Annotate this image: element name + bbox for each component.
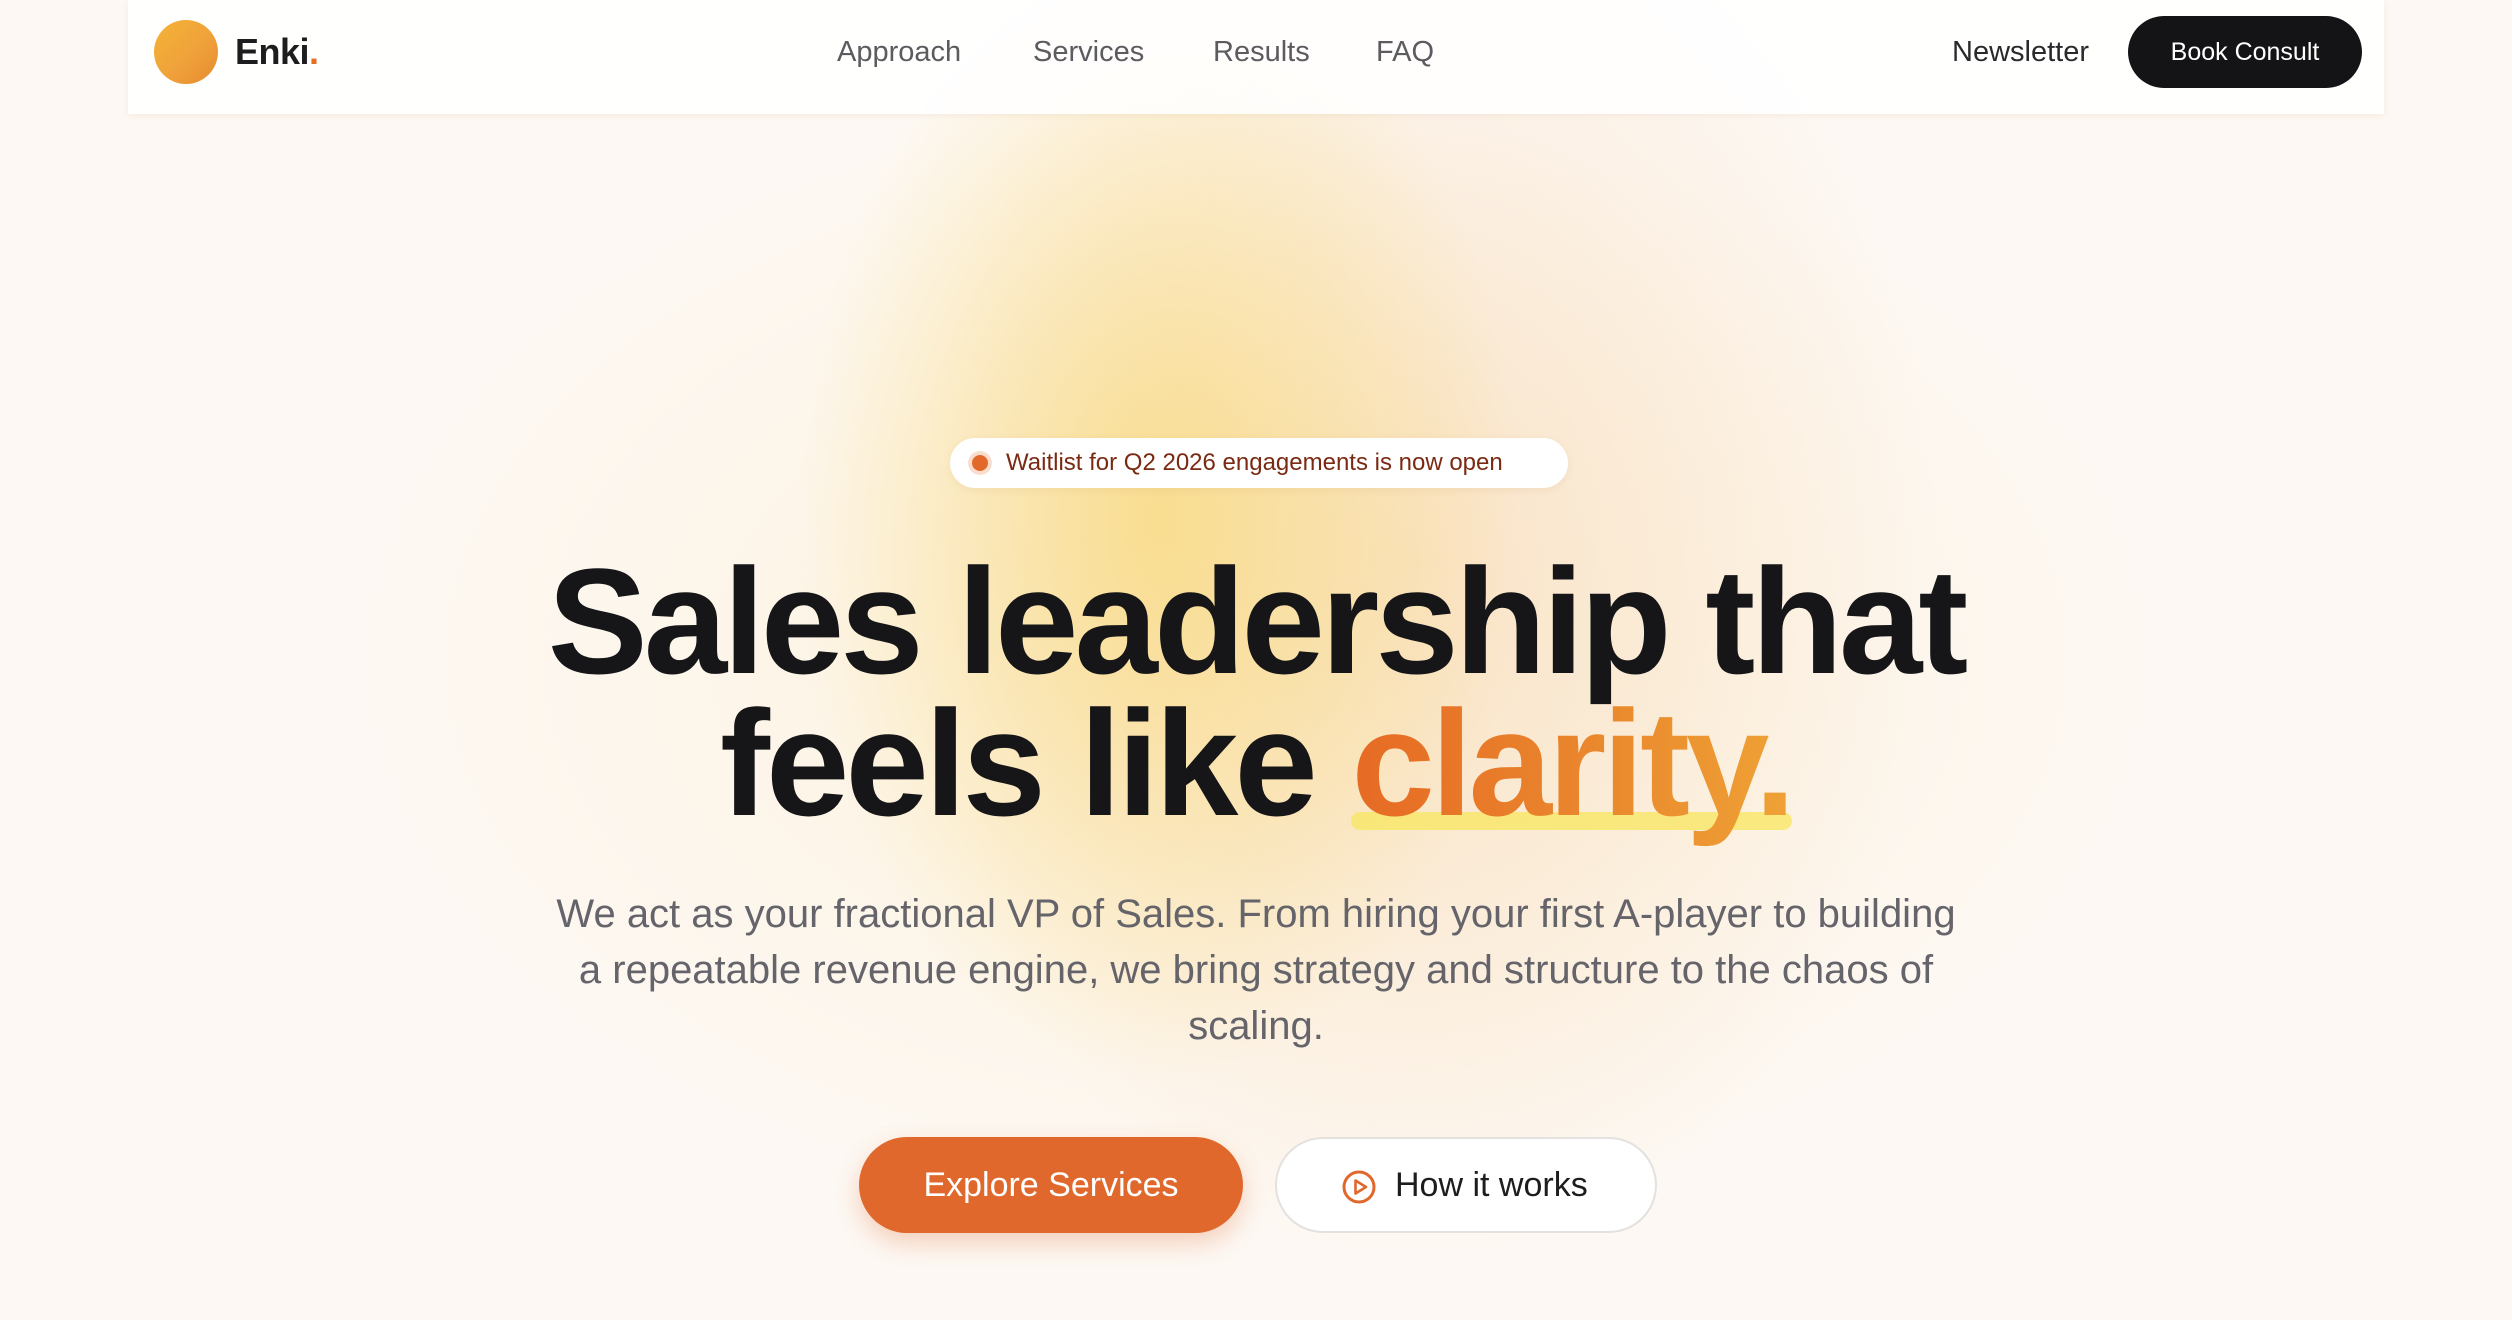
waitlist-badge-text: Waitlist for Q2 2026 engagements is now …	[1006, 449, 1503, 476]
headline-accent-word: clarity.	[1351, 679, 1795, 847]
explore-services-button[interactable]: Explore Services	[859, 1137, 1243, 1233]
nav-link-results[interactable]: Results	[1213, 28, 1310, 76]
brand-logo[interactable]: Enki.	[235, 28, 319, 76]
headline-line-2: feels like clarity.	[356, 688, 2156, 838]
brand-dot: .	[309, 31, 319, 72]
nav-link-services[interactable]: Services	[1033, 28, 1144, 76]
play-circle-icon	[1342, 1170, 1376, 1204]
hero-subheadline: We act as your fractional VP of Sales. F…	[556, 892, 1956, 1048]
nav-link-faq[interactable]: FAQ	[1376, 28, 1434, 76]
status-dot-icon	[972, 455, 988, 471]
headline-line-1: Sales leadership that	[547, 537, 1969, 705]
brand-name: Enki	[235, 31, 310, 72]
how-it-works-label: How it works	[1395, 1166, 1588, 1204]
headline-accent-wrap: clarity.	[1351, 688, 1796, 838]
hero-headline: Sales leadership that feels like clarity…	[356, 537, 2156, 838]
headline-line-2-prefix: feels like	[720, 679, 1352, 847]
waitlist-badge: Waitlist for Q2 2026 engagements is now …	[950, 438, 1568, 488]
newsletter-link[interactable]: Newsletter	[1952, 28, 2089, 76]
how-it-works-button[interactable]: How it works	[1275, 1137, 1657, 1233]
book-consult-button[interactable]: Book Consult	[2128, 16, 2362, 88]
logo-icon[interactable]	[154, 20, 218, 84]
nav-link-approach[interactable]: Approach	[837, 28, 961, 76]
